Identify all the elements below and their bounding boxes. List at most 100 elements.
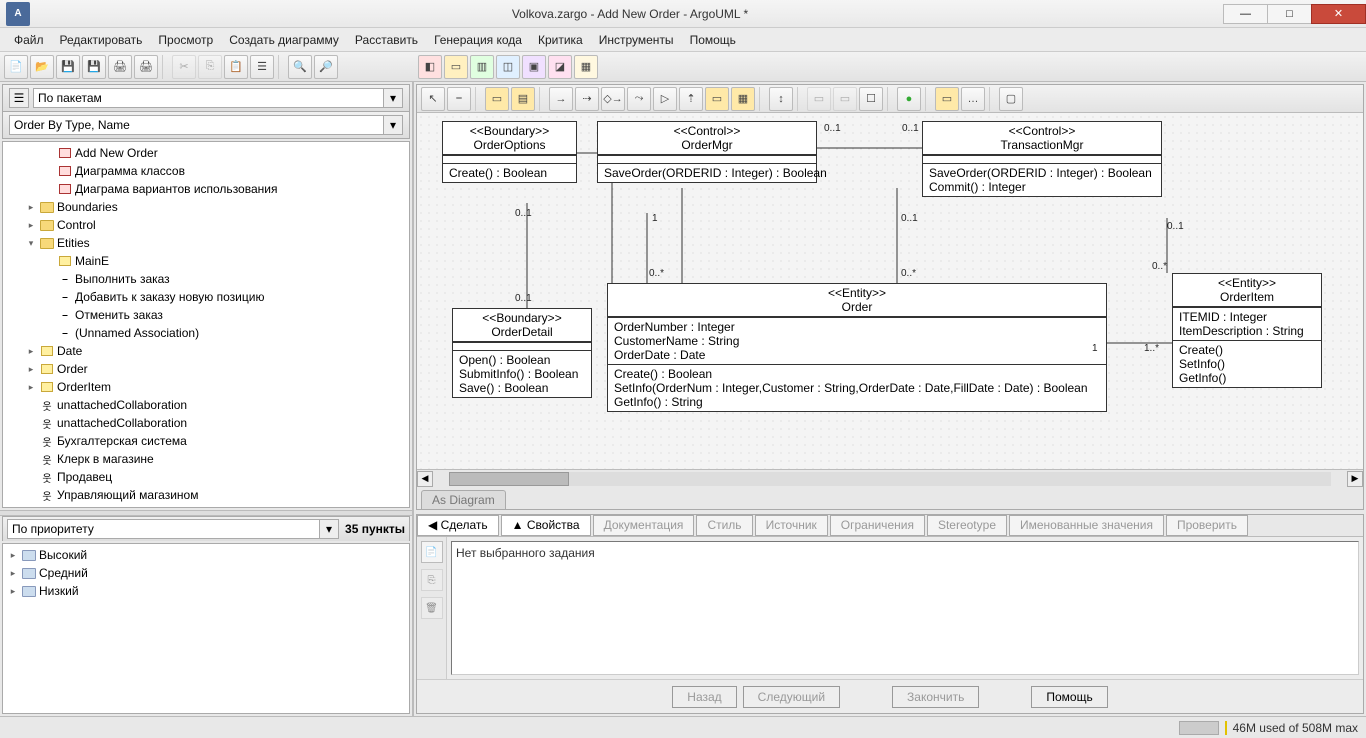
- assoc2-tool[interactable]: ⇢: [575, 87, 599, 111]
- prop-tab-7[interactable]: Именованные значения: [1009, 515, 1164, 536]
- realization-tool[interactable]: ⇡: [679, 87, 703, 111]
- scroll-right-button[interactable]: ▶: [1347, 471, 1363, 487]
- tree-item[interactable]: ⎯(Unnamed Association): [3, 324, 409, 342]
- search-button[interactable]: 🔍: [288, 55, 312, 79]
- activity-diagram-button[interactable]: ◪: [548, 55, 572, 79]
- priority-select[interactable]: [7, 519, 320, 539]
- save-as-button[interactable]: 💾: [82, 55, 106, 79]
- anchor-tool[interactable]: ↕: [769, 87, 793, 111]
- more-tool[interactable]: …: [961, 87, 985, 111]
- prop-tab-1[interactable]: ▲ Свойства: [501, 515, 591, 536]
- maximize-button[interactable]: □: [1267, 4, 1312, 24]
- tree-item[interactable]: ⎯Отменить заказ: [3, 306, 409, 324]
- prop-tool-new[interactable]: 📄: [421, 541, 443, 563]
- tree-item[interactable]: 웃Клерк в магазине: [3, 450, 409, 468]
- deploy-diagram-button[interactable]: ▦: [574, 55, 598, 79]
- uml-class-orderdetail[interactable]: <<Boundary>>OrderDetail Open() : Boolean…: [452, 308, 592, 398]
- priority-item[interactable]: ▸Средний: [3, 564, 409, 582]
- uml-class-order[interactable]: <<Entity>>Order OrderNumber : IntegerCus…: [607, 283, 1107, 412]
- state-diagram-button[interactable]: ▣: [522, 55, 546, 79]
- tree-item[interactable]: ▸Order: [3, 360, 409, 378]
- priority-item[interactable]: ▸Низкий: [3, 582, 409, 600]
- diagram-tab-as-diagram[interactable]: As Diagram: [421, 490, 506, 509]
- priority-dropdown[interactable]: ▾: [319, 519, 339, 539]
- prop-tab-2[interactable]: Документация: [593, 515, 695, 536]
- perspective-select[interactable]: [33, 88, 384, 108]
- menu-Файл[interactable]: Файл: [6, 31, 52, 49]
- close-button[interactable]: ✕: [1311, 4, 1366, 24]
- perspective-icon[interactable]: ☰: [9, 88, 29, 108]
- attribute-tool[interactable]: ●: [897, 87, 921, 111]
- uml-class-orderoptions[interactable]: <<Boundary>>OrderOptions Create() : Bool…: [442, 121, 577, 183]
- model-tree[interactable]: Add New OrderДиаграмма классовДиаграма в…: [3, 142, 409, 507]
- aggregation-tool[interactable]: ◇→: [601, 87, 625, 111]
- prop-tab-5[interactable]: Ограничения: [830, 515, 925, 536]
- menu-Критика[interactable]: Критика: [530, 31, 591, 49]
- assoc-tool[interactable]: →: [549, 87, 573, 111]
- prop-tab-3[interactable]: Стиль: [696, 515, 752, 536]
- prop-tab-0[interactable]: ◀ Сделать: [417, 515, 499, 536]
- tree-item[interactable]: Диаграма вариантов использования: [3, 180, 409, 198]
- usecase-diagram-button[interactable]: ◧: [418, 55, 442, 79]
- uml-class-transactionmgr[interactable]: <<Control>>TransactionMgr SaveOrder(ORDE…: [922, 121, 1162, 197]
- dependency-tool[interactable]: ⤳: [627, 87, 651, 111]
- menu-Инструменты[interactable]: Инструменты: [591, 31, 682, 49]
- order-select[interactable]: [9, 115, 384, 135]
- priority-tree[interactable]: ▸Высокий▸Средний▸Низкий: [3, 544, 409, 713]
- open-button[interactable]: 📂: [30, 55, 54, 79]
- tree-item[interactable]: ▾Etities: [3, 234, 409, 252]
- comment-tool[interactable]: ☐: [859, 87, 883, 111]
- tree-item[interactable]: Диаграмма классов: [3, 162, 409, 180]
- menu-Редактировать[interactable]: Редактировать: [52, 31, 151, 49]
- class-tool[interactable]: ▤: [511, 87, 535, 111]
- scroll-left-button[interactable]: ◀: [417, 471, 433, 487]
- class-diagram-button[interactable]: ▭: [444, 55, 468, 79]
- sequence-diagram-button[interactable]: ▥: [470, 55, 494, 79]
- select-tool[interactable]: ↖: [421, 87, 445, 111]
- diagram-canvas[interactable]: <<Boundary>>OrderOptions Create() : Bool…: [417, 113, 1363, 469]
- tree-item[interactable]: MainE: [3, 252, 409, 270]
- priority-item[interactable]: ▸Высокий: [3, 546, 409, 564]
- tree-item[interactable]: ▸OrderItem: [3, 378, 409, 396]
- tree-item[interactable]: ▸Boundaries: [3, 198, 409, 216]
- interface-tool[interactable]: ▭: [705, 87, 729, 111]
- tree-item[interactable]: 웃Управляющий магазином: [3, 486, 409, 504]
- tree-item[interactable]: 웃Бухгалтерская система: [3, 432, 409, 450]
- print-button[interactable]: 🖨: [108, 55, 132, 79]
- menu-Создать диаграмму[interactable]: Создать диаграмму: [221, 31, 347, 49]
- prop-tab-6[interactable]: Stereotype: [927, 515, 1007, 536]
- menu-Помощь[interactable]: Помощь: [682, 31, 744, 49]
- tree-item[interactable]: Add New Order: [3, 144, 409, 162]
- diagram-hscrollbar[interactable]: ◀ ▶: [417, 469, 1363, 487]
- menu-Генерация кода[interactable]: Генерация кода: [426, 31, 530, 49]
- prop-tab-4[interactable]: Источник: [755, 515, 828, 536]
- save-button[interactable]: 💾: [56, 55, 80, 79]
- order-dropdown[interactable]: ▾: [383, 115, 403, 135]
- generalization-tool[interactable]: ▷: [653, 87, 677, 111]
- new-button[interactable]: 📄: [4, 55, 28, 79]
- rect-tool[interactable]: ▢: [999, 87, 1023, 111]
- tree-item[interactable]: ⎯Выполнить заказ: [3, 270, 409, 288]
- tree-item[interactable]: 웃unattachedCollaboration: [3, 414, 409, 432]
- datatype-tool[interactable]: ▭: [935, 87, 959, 111]
- package-tool[interactable]: ▭: [485, 87, 509, 111]
- print2-button[interactable]: 🖨: [134, 55, 158, 79]
- tree-item[interactable]: 웃Продавец: [3, 468, 409, 486]
- menu-Расставить[interactable]: Расставить: [347, 31, 426, 49]
- prop-tab-8[interactable]: Проверить: [1166, 515, 1248, 536]
- broom-tool[interactable]: ⎯: [447, 87, 471, 111]
- tree-item[interactable]: 웃(Unnamed Extend): [3, 504, 409, 507]
- uml-class-ordermgr[interactable]: <<Control>>OrderMgr SaveOrder(ORDERID : …: [597, 121, 817, 183]
- enum-tool[interactable]: ▦: [731, 87, 755, 111]
- help-button[interactable]: Помощь: [1031, 686, 1107, 708]
- tree-item[interactable]: ▸Control: [3, 216, 409, 234]
- zoom-button[interactable]: 🔎: [314, 55, 338, 79]
- menu-Просмотр[interactable]: Просмотр: [150, 31, 221, 49]
- layout-button[interactable]: ☰: [250, 55, 274, 79]
- uml-class-orderitem[interactable]: <<Entity>>OrderItem ITEMID : IntegerItem…: [1172, 273, 1322, 388]
- perspective-dropdown[interactable]: ▾: [383, 88, 403, 108]
- collab-diagram-button[interactable]: ◫: [496, 55, 520, 79]
- tree-item[interactable]: 웃unattachedCollaboration: [3, 396, 409, 414]
- minimize-button[interactable]: —: [1223, 4, 1268, 24]
- tree-item[interactable]: ⎯Добавить к заказу новую позицию: [3, 288, 409, 306]
